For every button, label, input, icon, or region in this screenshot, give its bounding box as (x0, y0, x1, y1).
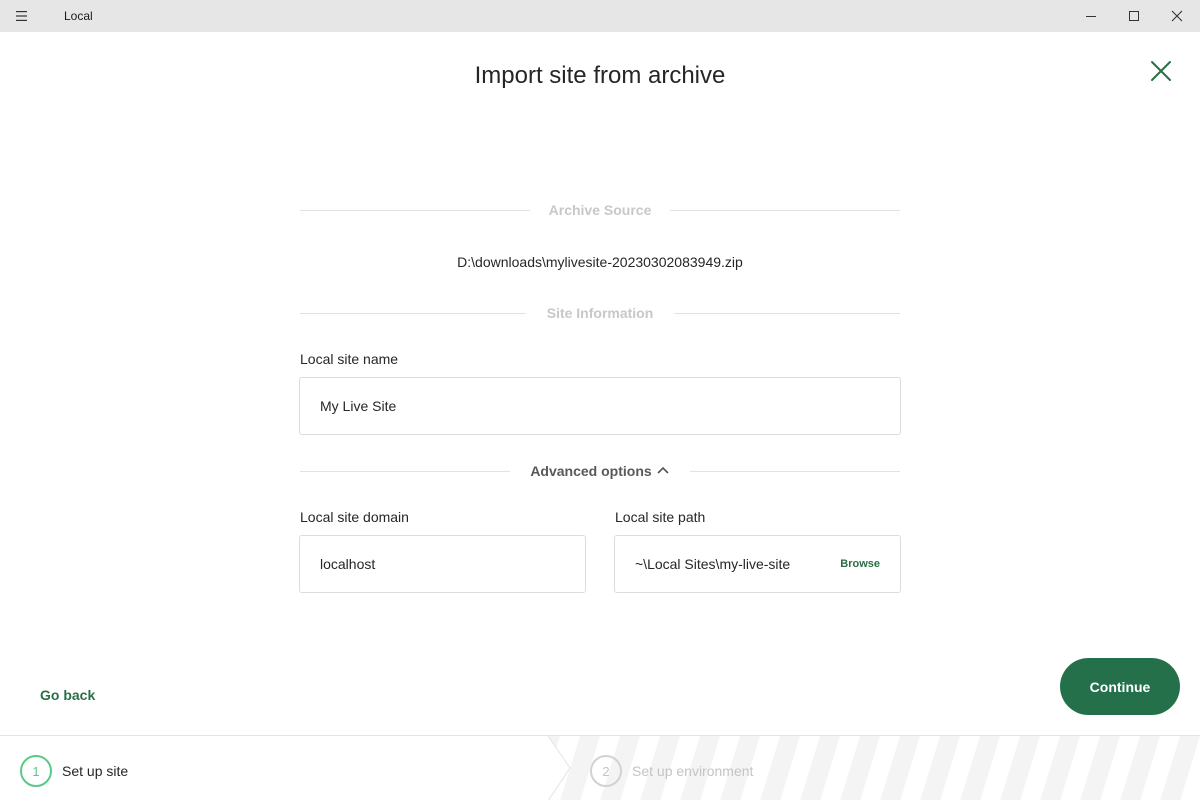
step-label: Set up site (62, 763, 129, 779)
archive-path: D:\downloads\mylivesite-20230302083949.z… (457, 254, 743, 270)
site-domain-input[interactable]: localhost (299, 535, 586, 593)
hamburger-icon[interactable] (10, 6, 34, 26)
site-domain-label: Local site domain (300, 509, 409, 525)
site-path-value: ~\Local Sites\my-live-site (635, 556, 791, 572)
divider-line (674, 313, 900, 314)
step-setup-site: 1 Set up site (20, 755, 128, 787)
minimize-button[interactable] (1068, 0, 1114, 32)
go-back-button[interactable]: Go back (40, 687, 95, 703)
advanced-options-label: Advanced options (530, 463, 652, 479)
divider-line (670, 210, 900, 211)
advanced-options-divider: Advanced options (300, 461, 900, 481)
chevron-up-icon (657, 467, 669, 474)
archive-source-divider: Archive Source (300, 200, 900, 220)
site-name-label: Local site name (300, 351, 399, 367)
site-name-value: My Live Site (320, 398, 397, 414)
site-information-divider: Site Information (300, 303, 900, 323)
close-icon (1171, 10, 1183, 22)
maximize-button[interactable] (1111, 0, 1157, 32)
page-title: Import site from archive (474, 62, 726, 89)
site-name-input[interactable]: My Live Site (299, 377, 901, 435)
site-domain-value: localhost (320, 556, 376, 572)
minimize-icon (1086, 16, 1096, 17)
continue-button[interactable]: Continue (1060, 658, 1180, 715)
step-label: Set up environment (632, 763, 754, 779)
step-setup-environment: 2 Set up environment (590, 755, 753, 787)
site-path-input[interactable]: ~\Local Sites\my-live-site Browse (614, 535, 901, 593)
steps-bar: 1 Set up site 2 Set up environment (0, 735, 1200, 800)
divider-line (690, 471, 900, 472)
maximize-icon (1129, 11, 1139, 21)
window-close-button[interactable] (1154, 0, 1200, 32)
title-bar: Local (0, 0, 1200, 32)
step-number-circle: 2 (590, 755, 622, 787)
step-number-circle: 1 (20, 755, 52, 787)
site-path-label: Local site path (615, 509, 706, 525)
browse-button[interactable]: Browse (840, 558, 880, 570)
app-title: Local (64, 9, 93, 23)
close-x-icon[interactable] (1148, 58, 1174, 84)
